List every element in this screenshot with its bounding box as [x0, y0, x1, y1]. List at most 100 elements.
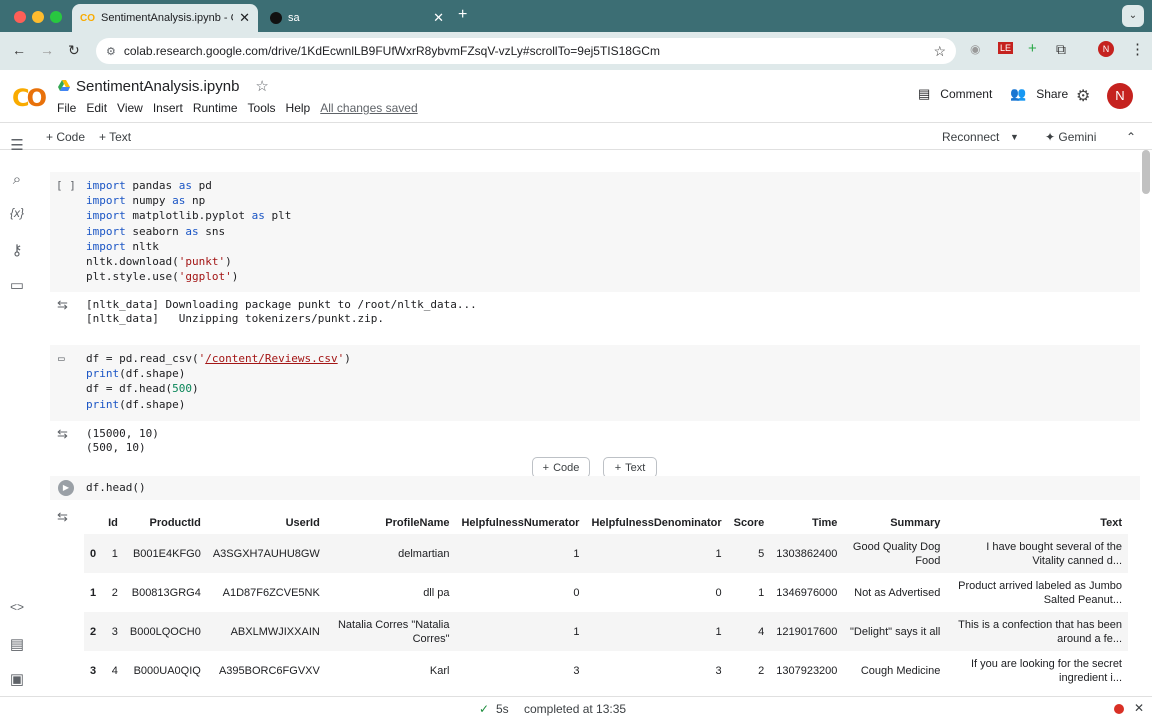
table-cell: delmartian	[398, 547, 450, 560]
extensions-puzzle-icon[interactable]: ⧉	[1056, 41, 1066, 58]
add-text-cell-button[interactable]: + Text	[603, 457, 657, 478]
address-bar[interactable]: ⚙ colab.research.google.com/drive/1KdEcw…	[96, 38, 956, 64]
extension-plus-icon[interactable]: +	[1028, 40, 1037, 57]
table-cell: Cough Medicine	[860, 664, 941, 677]
table-body: 0 1 B001E4KFG0 A3SGXH7AUHU8GW delmartian 1 1 5 1…	[84, 534, 1128, 690]
extension-shield-icon[interactable]: ◉	[970, 42, 980, 56]
add-code-cell-label: Code	[553, 461, 580, 474]
check-icon: ✓	[479, 702, 490, 716]
google-drive-icon	[58, 80, 70, 91]
run-duration: 5s	[496, 702, 509, 716]
back-icon[interactable]: ←	[12, 42, 26, 58]
code-cell-imports[interactable]: [ ] import pandas as pd import numpy as …	[50, 172, 1140, 292]
extension-icon[interactable]: LE	[998, 42, 1014, 54]
browser-menu-icon[interactable]: ⋮	[1130, 40, 1145, 58]
table-cell: 1	[573, 547, 580, 560]
settings-gear-icon[interactable]: ⚙	[1076, 86, 1090, 106]
add-text-button[interactable]: + Text	[99, 130, 131, 144]
menu-tools[interactable]: Tools	[248, 101, 276, 115]
table-cell: 4	[758, 625, 765, 638]
table-cell: ABXLMWJIXXAIN	[230, 625, 320, 638]
code-editor[interactable]: import pandas as pd import numpy as np i…	[86, 178, 291, 284]
close-tab-icon[interactable]: ✕	[239, 10, 250, 26]
run-cell-bracket[interactable]: [ ]	[56, 179, 76, 192]
table-cell: 1	[715, 625, 722, 638]
table-cell: 2	[111, 586, 118, 599]
share-button[interactable]: 👥 Share	[1010, 86, 1068, 102]
table-cell: 1	[111, 547, 118, 560]
run-cell-icon[interactable]: ▭	[58, 352, 65, 365]
add-code-cell-button[interactable]: + Code	[532, 457, 590, 478]
code-cell-head[interactable]: ▶ df.head()	[50, 476, 1140, 500]
run-cell-play-icon[interactable]: ▶	[58, 480, 74, 496]
table-cell: A1D87F6ZCVE5NK	[222, 586, 320, 599]
maximize-window-button[interactable]	[50, 11, 62, 23]
menu-runtime[interactable]: Runtime	[193, 101, 238, 115]
close-tab-icon[interactable]: ✕	[433, 10, 444, 26]
collapse-chevron-icon[interactable]: ⌃	[1126, 130, 1136, 144]
completion-status[interactable]: completed at 13:35	[524, 702, 626, 716]
column-header	[84, 512, 102, 534]
browser-toolbar: ← → ↻ ⚙ colab.research.google.com/drive/…	[0, 32, 1152, 70]
close-window-button[interactable]	[14, 11, 26, 23]
browser-tabbar: CO SentimentAnalysis.ipynb - Colab ✕ sa …	[0, 0, 1152, 32]
browser-tab-sa[interactable]: sa ✕	[262, 4, 452, 32]
table-header-row: Id ProductId UserId ProfileName HelpfulnessN…	[84, 512, 1128, 534]
table-cell: Not as Advertised	[854, 586, 941, 599]
save-status[interactable]: All changes saved	[320, 101, 417, 115]
account-avatar[interactable]: N	[1107, 83, 1133, 109]
output-toggle-icon[interactable]: ⇆	[57, 297, 68, 313]
table-of-contents-icon[interactable]: ☰	[7, 136, 27, 154]
code-editor[interactable]: df.head()	[86, 480, 146, 495]
output-toggle-icon[interactable]: ⇆	[57, 426, 68, 442]
share-label: Share	[1036, 87, 1069, 101]
column-header: Summary	[890, 517, 941, 529]
column-header: HelpfulnessDenominator	[591, 517, 722, 529]
variables-icon[interactable]: {x}	[7, 206, 27, 220]
comment-button[interactable]: ▤ Comment	[918, 86, 992, 102]
star-icon[interactable]: ☆	[255, 77, 268, 95]
menu-help[interactable]: Help	[286, 101, 311, 115]
site-info-icon[interactable]: ⚙	[106, 45, 116, 58]
row-index: 2	[90, 625, 97, 638]
forward-icon[interactable]: →	[40, 42, 54, 58]
bookmark-star-icon[interactable]: ☆	[933, 43, 946, 60]
menu-view[interactable]: View	[117, 101, 143, 115]
column-header: Text	[1100, 517, 1122, 529]
browser-tab-colab[interactable]: CO SentimentAnalysis.ipynb - Colab ✕	[72, 4, 258, 32]
table-cell: 5	[758, 547, 765, 560]
code-snippets-icon[interactable]: <>	[7, 600, 27, 614]
output-toggle-icon[interactable]: ⇆	[57, 509, 68, 525]
table-cell: Product arrived labeled as Jumbo Salted …	[958, 579, 1122, 606]
menu-file[interactable]: File	[57, 101, 76, 115]
minimize-window-button[interactable]	[32, 11, 44, 23]
add-code-button[interactable]: + Code	[46, 130, 85, 144]
code-cell-read-csv[interactable]: ▭ df = pd.read_csv('/content/Reviews.csv…	[50, 345, 1140, 421]
profile-avatar[interactable]: N	[1098, 41, 1114, 57]
secrets-key-icon[interactable]: ⚷	[7, 241, 27, 259]
terminal-icon[interactable]: ▣	[7, 670, 27, 688]
notebook-title[interactable]: SentimentAnalysis.ipynb	[76, 78, 239, 95]
gemini-button[interactable]: ✦ Gemini	[1045, 130, 1096, 144]
menu-edit[interactable]: Edit	[86, 101, 107, 115]
command-palette-icon[interactable]: ▤	[7, 635, 27, 653]
table-cell: A395BORC6FGVXV	[218, 664, 320, 677]
vertical-scrollbar[interactable]	[1142, 150, 1150, 194]
site-favicon-icon	[270, 12, 282, 24]
menu-insert[interactable]: Insert	[153, 101, 183, 115]
close-status-icon[interactable]: ✕	[1134, 701, 1144, 715]
new-tab-button[interactable]: +	[458, 6, 467, 24]
cell-output-shape: (15000, 10) (500, 10)	[86, 427, 159, 454]
gemini-label: Gemini	[1058, 130, 1097, 144]
colab-logo[interactable]: CO	[12, 84, 47, 112]
code-editor[interactable]: df = pd.read_csv('/content/Reviews.csv')…	[86, 351, 351, 412]
reconnect-button[interactable]: Reconnect	[942, 130, 999, 144]
runtime-dropdown-icon[interactable]: ▼	[1010, 132, 1019, 142]
table-cell: 4	[111, 664, 118, 677]
reload-icon[interactable]: ↻	[68, 42, 80, 59]
table-cell: B000UA0QIQ	[133, 664, 201, 677]
tab-search-button[interactable]: ⌄	[1122, 5, 1144, 27]
search-icon[interactable]: ⌕	[7, 171, 27, 188]
table-cell: 1303862400	[776, 547, 838, 560]
files-folder-icon[interactable]: ▭	[7, 276, 27, 294]
